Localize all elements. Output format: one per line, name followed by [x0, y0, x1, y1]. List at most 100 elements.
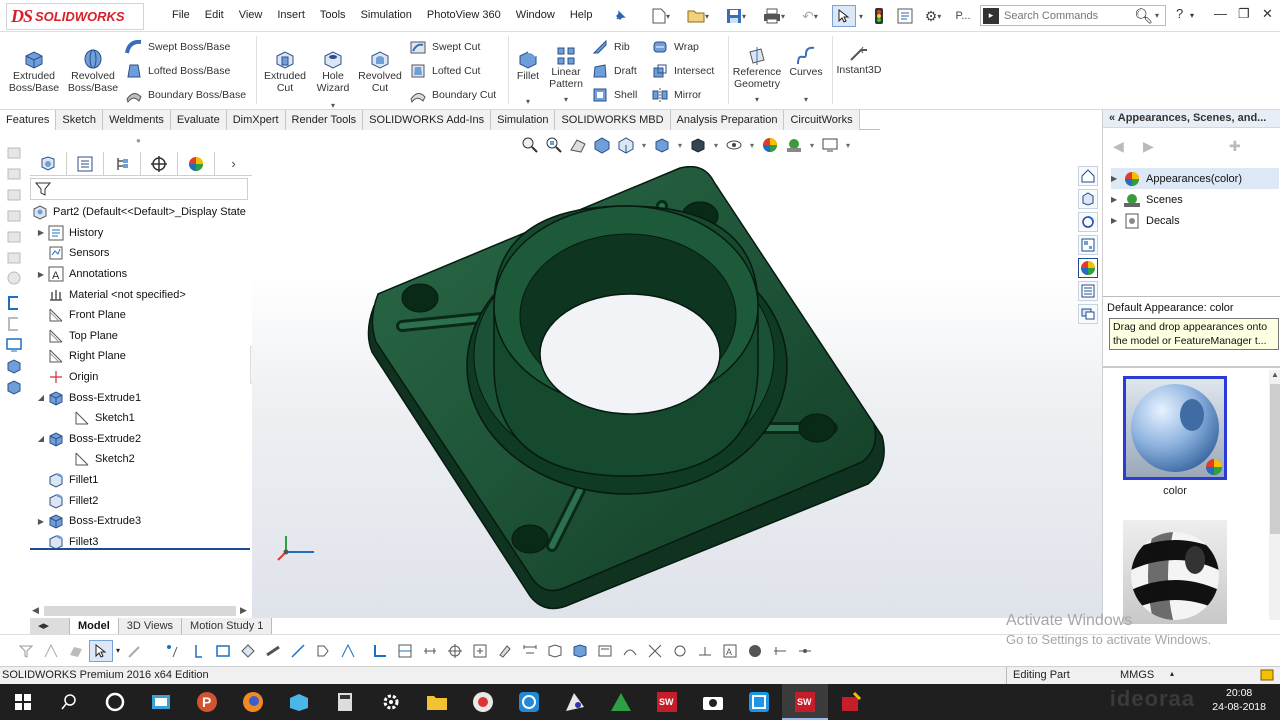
forward-arrow-icon[interactable]: ▶ [1143, 138, 1154, 155]
search-dropdown-caret[interactable]: ▾ [1155, 11, 1159, 20]
edit-appearance-icon[interactable] [760, 136, 780, 154]
tree-item-material[interactable]: Material <not specified> [30, 284, 252, 305]
3d-model-flange-housing[interactable] [362, 166, 892, 616]
faded-tool-icon[interactable] [6, 249, 24, 266]
previous-view-icon[interactable] [568, 136, 588, 154]
mirror-entities-icon[interactable] [618, 640, 642, 662]
splitter[interactable] [1103, 366, 1280, 368]
magic-selection-icon[interactable] [123, 640, 147, 662]
move-entities-icon[interactable] [668, 640, 692, 662]
back-arrow-icon[interactable]: ◀ [1113, 138, 1124, 155]
hide-show-items-icon[interactable] [724, 136, 744, 154]
smart-dimension-icon[interactable] [443, 640, 467, 662]
dynamic-annotation-caret[interactable]: ▾ [640, 136, 648, 154]
reference-geometry-caret[interactable]: ▾ [755, 94, 759, 106]
view-settings-icon[interactable] [820, 136, 840, 154]
tab-circuitworks[interactable]: CircuitWorks [784, 110, 860, 130]
lofted-boss-button[interactable]: Lofted Boss/Base [124, 61, 230, 81]
rectangle-icon[interactable] [211, 640, 235, 662]
faded-tool-icon[interactable] [6, 207, 24, 224]
swept-boss-button[interactable]: Swept Boss/Base [124, 37, 230, 57]
unit-system-text[interactable]: MMGS [1120, 669, 1154, 681]
tree-item-front-plane[interactable]: Front Plane [30, 305, 252, 326]
reference-geometry-button[interactable]: Reference Geometry ▾ [732, 38, 782, 106]
faded-tool-icon[interactable] [6, 270, 24, 287]
linear-pattern-caret[interactable]: ▾ [564, 94, 568, 106]
tab-addins[interactable]: SOLIDWORKS Add-Ins [363, 110, 492, 130]
fillet-caret[interactable]: ▾ [526, 96, 530, 108]
boundary-cut-button[interactable]: Boundary Cut [408, 85, 496, 105]
section-view-icon[interactable] [568, 640, 592, 662]
zoom-to-fit-icon[interactable] [520, 136, 540, 154]
tab-simulation[interactable]: Simulation [491, 110, 556, 130]
tab-model[interactable]: Model [70, 618, 119, 634]
new-document-icon[interactable]: ▾ [648, 5, 674, 27]
boundary-boss-button[interactable]: Boundary Boss/Base [124, 85, 246, 105]
swept-cut-button[interactable]: Swept Cut [408, 37, 480, 57]
mirror-button[interactable]: Mirror [650, 85, 701, 105]
firefox-icon[interactable] [230, 684, 276, 720]
powerpoint-icon[interactable]: P [184, 684, 230, 720]
restore-button[interactable]: ❐ [1238, 6, 1250, 22]
tree-root-part[interactable]: Part2 (Default<<Default>_Display State [32, 202, 252, 223]
display-tool-icon[interactable] [6, 337, 24, 354]
help-icon[interactable]: ? [1176, 6, 1183, 21]
search-icon[interactable]: 🔍︎ [1134, 7, 1153, 25]
featuremanager-tab-icon[interactable] [30, 151, 67, 176]
filter-funnel-icon[interactable] [35, 181, 247, 197]
expand-arrow-icon[interactable]: ▶ [36, 228, 46, 237]
tree-item-decals[interactable]: ▶ Decals [1111, 210, 1279, 231]
tree-item-annotations[interactable]: ▶ A Annotations [30, 264, 252, 285]
save-icon[interactable]: ▾ [722, 5, 750, 27]
pin-icon[interactable] [612, 5, 628, 27]
view-orientation-icon[interactable] [652, 136, 672, 154]
menu-edit[interactable]: Edit [205, 9, 224, 21]
tooltip-icon[interactable] [1260, 668, 1274, 682]
add-to-library-icon[interactable]: ✚ [1229, 138, 1241, 155]
sync-app-icon[interactable] [506, 684, 552, 720]
appearances-scenes-decals-icon[interactable] [1078, 258, 1098, 278]
task-pane-scrollbar[interactable]: ▲ [1269, 370, 1280, 620]
search-commands[interactable]: ▸ 🔍︎ ▾ [980, 5, 1166, 26]
bracket-tool-icon[interactable] [6, 316, 24, 333]
shell-button[interactable]: Shell [590, 85, 637, 105]
file-manager-icon[interactable] [276, 684, 322, 720]
unit-system-caret[interactable]: ▴ [1170, 669, 1174, 678]
faded-tool-icon[interactable] [6, 186, 24, 203]
tree-item-boss-extrude3[interactable]: ▶ Boss-Extrude3 [30, 511, 252, 532]
trim-entities-icon[interactable] [643, 640, 667, 662]
mail-app-icon[interactable] [460, 684, 506, 720]
tree-item-sketch2[interactable]: Sketch2 [30, 449, 252, 470]
collapse-arrow-icon[interactable]: ◢ [36, 393, 46, 402]
display-manager-tab-icon[interactable] [178, 151, 215, 176]
tab-features[interactable]: Features [0, 110, 57, 130]
search-input[interactable] [1004, 9, 1132, 22]
convert-entities-icon[interactable] [393, 640, 417, 662]
menu-photoview[interactable]: PhotoView 360 [427, 9, 501, 21]
select-pointer-icon[interactable] [89, 639, 113, 662]
offset-icon[interactable] [336, 640, 360, 662]
expand-arrow-icon[interactable]: ▶ [1111, 174, 1123, 183]
paint-app-icon[interactable] [552, 684, 598, 720]
collapse-arrow-icon[interactable]: ◢ [36, 434, 46, 443]
rib-button[interactable]: Rib [590, 37, 630, 57]
screen-capture-icon[interactable] [736, 684, 782, 720]
fillet-button[interactable]: Fillet ▾ [512, 42, 544, 108]
options-gear-icon[interactable]: ⚙ ▾ [918, 5, 948, 27]
green-triangle-app-icon[interactable] [598, 684, 644, 720]
hole-wizard-button[interactable]: Hole Wizard ▾ [310, 42, 356, 112]
appearance-thumbnail-color[interactable] [1123, 376, 1227, 480]
faded-tool-icon[interactable] [6, 144, 24, 161]
tree-item-right-plane[interactable]: Right Plane [30, 346, 252, 367]
tree-item-top-plane[interactable]: Top Plane [30, 326, 252, 347]
select-pointer-icon[interactable] [832, 5, 856, 27]
property-manager-tab-icon[interactable] [67, 151, 104, 176]
wrap-button[interactable]: Wrap [650, 37, 699, 57]
tab-render-tools[interactable]: Render Tools [285, 110, 364, 130]
draft-button[interactable]: Draft [590, 61, 637, 81]
menu-file[interactable]: File [172, 9, 190, 21]
tab-scroll-arrows[interactable]: ◂▸ [30, 618, 70, 634]
tree-item-boss-extrude2[interactable]: ◢ Boss-Extrude2 [30, 429, 252, 450]
panel-grip-icon[interactable]: ● [136, 136, 141, 145]
tree-item-fillet2[interactable]: Fillet2 [30, 490, 252, 511]
